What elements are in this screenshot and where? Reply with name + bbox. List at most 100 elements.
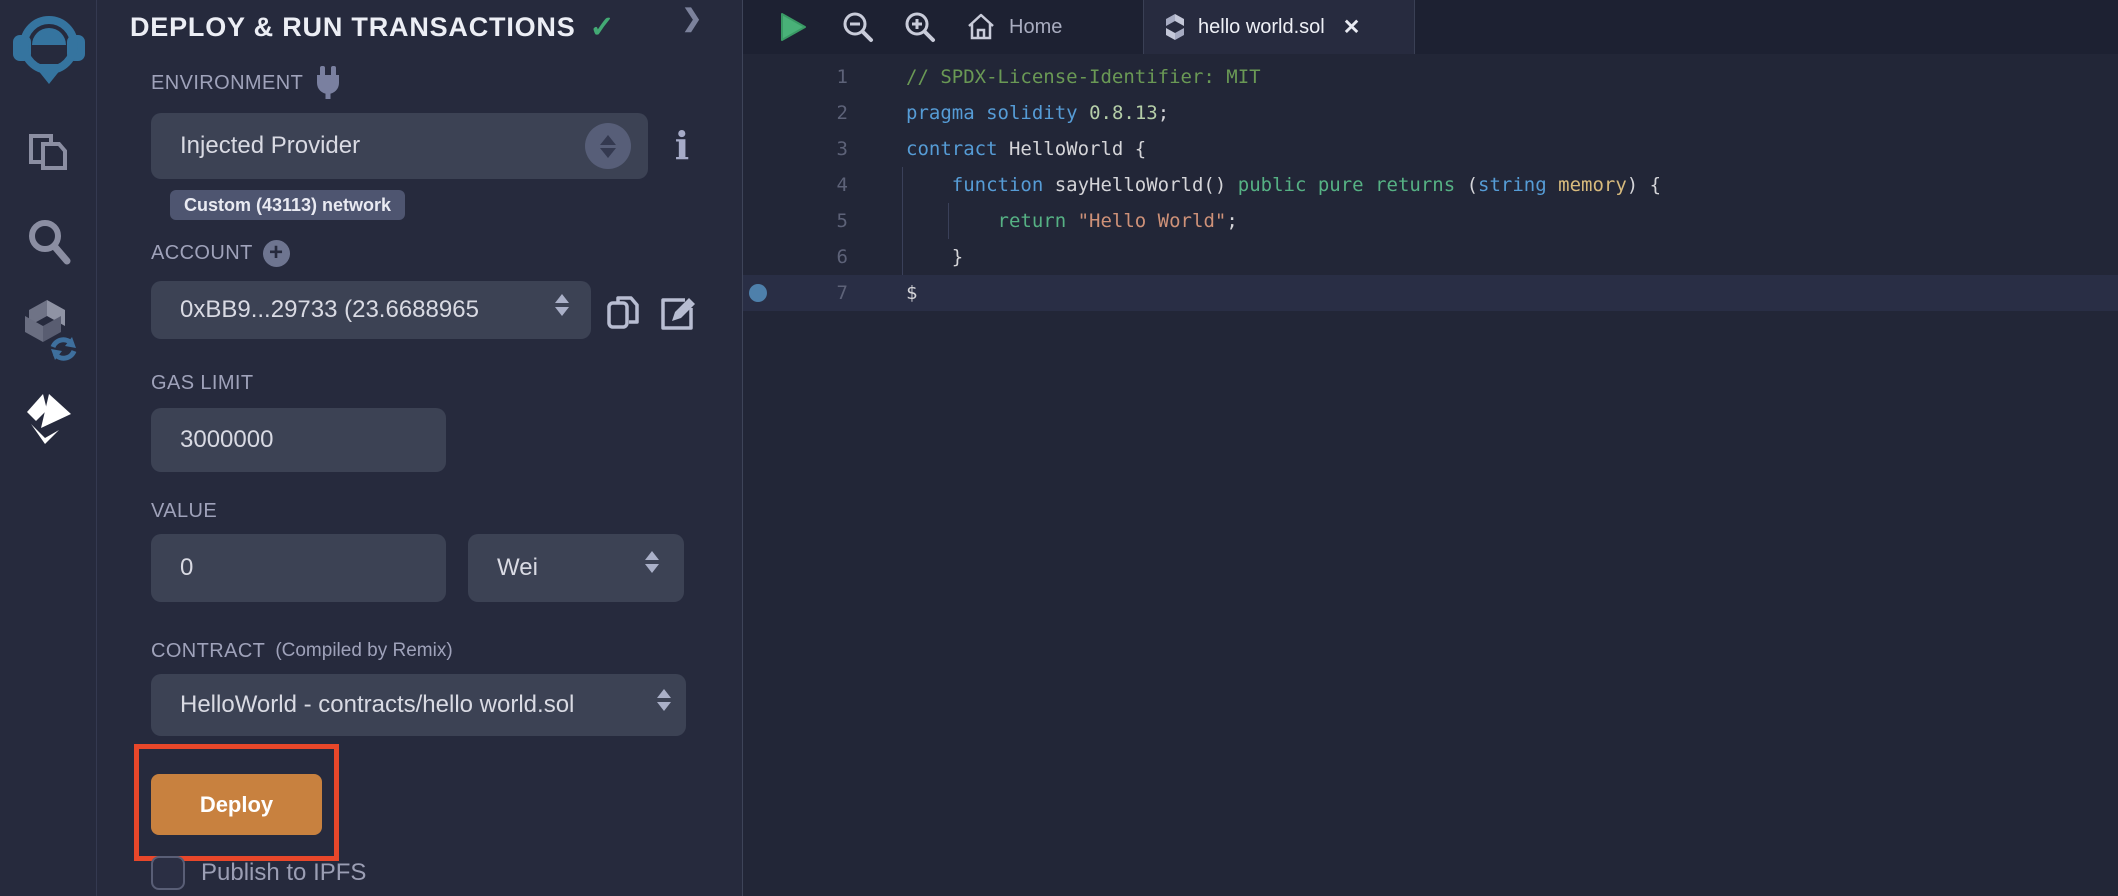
code-token: function xyxy=(952,174,1044,196)
network-badge: Custom (43113) network xyxy=(170,190,405,220)
line-number: 5 xyxy=(773,210,848,232)
code-token xyxy=(906,210,998,232)
contract-select-caret-icon[interactable] xyxy=(657,689,671,711)
account-select-caret-icon[interactable] xyxy=(555,294,569,316)
value-label: VALUE xyxy=(151,498,217,524)
contract-select[interactable]: HelloWorld - contracts/hello world.sol xyxy=(151,674,686,736)
code-text: return "Hello World"; xyxy=(848,210,1238,232)
code-line-2[interactable]: 2pragma solidity 0.8.13; xyxy=(743,95,2118,131)
contract-sublabel: (Compiled by Remix) xyxy=(275,640,452,662)
close-tab-icon[interactable]: ✕ xyxy=(1343,15,1361,40)
code-token: sayHelloWorld() xyxy=(1043,174,1237,196)
code-line-3[interactable]: 3contract HelloWorld { xyxy=(743,131,2118,167)
code-token: string xyxy=(1478,174,1547,196)
code-editor: Home hello world.sol ✕ 1// SPDX-License-… xyxy=(743,0,2118,896)
gas-limit-input[interactable]: 3000000 xyxy=(151,408,446,472)
code-line-7[interactable]: 7$ xyxy=(743,275,2118,311)
code-line-5[interactable]: 5 return "Hello World"; xyxy=(743,203,2118,239)
remix-logo-icon[interactable] xyxy=(0,8,97,86)
search-icon[interactable] xyxy=(0,216,97,266)
code-text: contract HelloWorld { xyxy=(848,138,1146,160)
code-token xyxy=(1547,174,1558,196)
code-text: // SPDX-License-Identifier: MIT xyxy=(848,66,1261,88)
plug-icon xyxy=(313,66,343,100)
code-lines: 1// SPDX-License-Identifier: MIT2pragma … xyxy=(743,54,2118,311)
code-token: ; xyxy=(1226,210,1237,232)
environment-info-icon[interactable]: i xyxy=(667,122,697,170)
indent-guide xyxy=(948,203,949,239)
glyph-margin[interactable] xyxy=(743,95,773,131)
environment-caret-icon[interactable] xyxy=(585,123,631,169)
breakpoint-dot-icon[interactable] xyxy=(749,284,767,302)
edit-account-icon[interactable] xyxy=(655,292,699,334)
code-token: 0.8.13 xyxy=(1089,102,1158,124)
panel-expand-icon[interactable]: ❯ xyxy=(682,4,702,33)
solidity-file-icon xyxy=(1164,13,1186,41)
play-icon xyxy=(779,12,807,42)
tab-hello-world-sol[interactable]: hello world.sol ✕ xyxy=(1143,0,1415,54)
home-tab-label: Home xyxy=(1009,16,1062,39)
code-token xyxy=(975,102,986,124)
account-value: 0xBB9...29733 (23.6688965 xyxy=(151,296,551,324)
contract-label: CONTRACT (Compiled by Remix) xyxy=(151,638,453,664)
code-line-1[interactable]: 1// SPDX-License-Identifier: MIT xyxy=(743,59,2118,95)
deploy-button[interactable]: Deploy xyxy=(151,774,322,835)
value-amount: 0 xyxy=(151,554,193,582)
code-token xyxy=(906,174,952,196)
glyph-margin[interactable] xyxy=(743,203,773,239)
code-token: ) { xyxy=(1627,174,1661,196)
gas-limit-value: 3000000 xyxy=(151,426,273,454)
value-unit-caret-icon[interactable] xyxy=(645,551,659,573)
deploy-run-icon[interactable] xyxy=(0,390,97,444)
code-token: pragma xyxy=(906,102,975,124)
zoom-in-button[interactable] xyxy=(903,0,937,54)
tab-home[interactable]: Home xyxy=(965,0,1062,54)
publish-to-ipfs-row: Publish to IPFS xyxy=(151,856,366,890)
code-token: } xyxy=(906,246,963,268)
home-icon xyxy=(965,11,997,43)
zoom-out-icon xyxy=(841,10,875,44)
line-number: 3 xyxy=(773,138,848,160)
deploy-run-panel: DEPLOY & RUN TRANSACTIONS ✓ ❯ ENVIRONMEN… xyxy=(97,0,743,896)
file-explorer-icon[interactable] xyxy=(0,126,97,176)
contract-value: HelloWorld - contracts/hello world.sol xyxy=(151,691,646,719)
code-token: HelloWorld { xyxy=(998,138,1147,160)
gas-limit-label: GAS LIMIT xyxy=(151,370,254,396)
glyph-margin[interactable] xyxy=(743,167,773,203)
code-line-4[interactable]: 4 function sayHelloWorld() public pure r… xyxy=(743,167,2118,203)
code-text: $ xyxy=(848,282,917,304)
remix-ide-window: DEPLOY & RUN TRANSACTIONS ✓ ❯ ENVIRONMEN… xyxy=(0,0,2118,896)
run-script-button[interactable] xyxy=(779,0,807,54)
editor-tab-bar: Home hello world.sol ✕ xyxy=(743,0,2118,54)
code-token: public xyxy=(1238,174,1307,196)
account-label: ACCOUNT + xyxy=(151,240,290,266)
value-input[interactable]: 0 xyxy=(151,534,446,602)
line-number: 6 xyxy=(773,246,848,268)
glyph-margin[interactable] xyxy=(743,239,773,275)
remix-logo xyxy=(10,8,88,86)
glyph-margin[interactable] xyxy=(743,59,773,95)
code-token xyxy=(1066,210,1077,232)
environment-select[interactable]: Injected Provider xyxy=(151,113,648,179)
code-text: } xyxy=(848,246,963,268)
copy-account-icon[interactable] xyxy=(605,293,645,333)
account-select[interactable]: 0xBB9...29733 (23.6688965 xyxy=(151,281,591,339)
publish-to-ipfs-checkbox[interactable] xyxy=(151,856,185,890)
zoom-out-button[interactable] xyxy=(841,0,875,54)
active-tab-label: hello world.sol xyxy=(1198,16,1325,39)
code-token xyxy=(1078,102,1089,124)
code-token: return xyxy=(998,210,1067,232)
add-account-icon[interactable]: + xyxy=(263,240,290,267)
code-text: function sayHelloWorld() public pure ret… xyxy=(848,174,1661,196)
code-token: ( xyxy=(1455,174,1478,196)
code-line-6[interactable]: 6 } xyxy=(743,239,2118,275)
code-token: // SPDX-License-Identifier: MIT xyxy=(906,66,1261,88)
code-token: solidity xyxy=(986,102,1078,124)
glyph-margin[interactable] xyxy=(743,275,773,311)
code-token: "Hello World" xyxy=(1078,210,1227,232)
solidity-compiler-icon[interactable] xyxy=(0,298,97,362)
icon-rail xyxy=(0,0,97,896)
glyph-margin[interactable] xyxy=(743,131,773,167)
code-text: pragma solidity 0.8.13; xyxy=(848,102,1169,124)
code-token: pure xyxy=(1318,174,1364,196)
